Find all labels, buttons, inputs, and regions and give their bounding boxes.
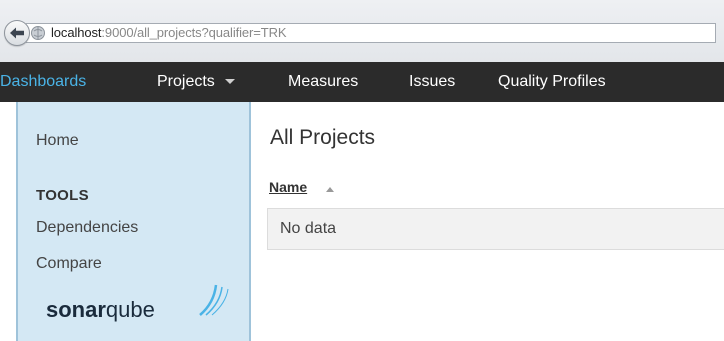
sidebar-section-tools: TOOLS: [36, 187, 89, 204]
sonarqube-wave-icon: [199, 284, 229, 316]
url-host: localhost: [51, 25, 102, 40]
sidebar: Home TOOLS Dependencies Compare sonarqub…: [16, 102, 251, 341]
url-path: :9000/all_projects?qualifier=TRK: [101, 25, 287, 40]
nav-dashboards[interactable]: Dashboards: [0, 62, 86, 102]
browser-toolbar: localhost:9000/all_projects?qualifier=TR…: [0, 0, 724, 62]
nav-projects[interactable]: Projects: [157, 62, 235, 102]
logo-text-bold: sonar: [46, 297, 106, 322]
nav-quality-profiles[interactable]: Quality Profiles: [498, 62, 606, 102]
table-row: No data: [267, 208, 724, 250]
top-navbar: Dashboards Projects Measures Issues Qual…: [0, 62, 724, 102]
site-identity-icon[interactable]: [30, 25, 46, 41]
address-url[interactable]: localhost:9000/all_projects?qualifier=TR…: [51, 24, 287, 42]
back-arrow-icon: [10, 27, 24, 39]
column-header-name[interactable]: Name: [269, 179, 307, 195]
sort-ascending-icon[interactable]: [326, 187, 334, 192]
nav-issues[interactable]: Issues: [409, 62, 455, 102]
sidebar-item-home[interactable]: Home: [36, 132, 79, 150]
sonarqube-logo: sonarqube: [46, 284, 236, 327]
logo-text-regular: qube: [105, 297, 155, 322]
back-button[interactable]: [4, 20, 30, 46]
nav-projects-label: Projects: [157, 73, 215, 90]
sidebar-item-compare[interactable]: Compare: [36, 255, 102, 273]
page-title: All Projects: [270, 126, 376, 149]
nav-measures[interactable]: Measures: [288, 62, 358, 102]
logo-text: sonarqube: [46, 297, 155, 323]
dropdown-caret-icon: [224, 79, 235, 85]
sidebar-item-dependencies[interactable]: Dependencies: [36, 219, 138, 237]
empty-state-message: No data: [280, 220, 337, 237]
